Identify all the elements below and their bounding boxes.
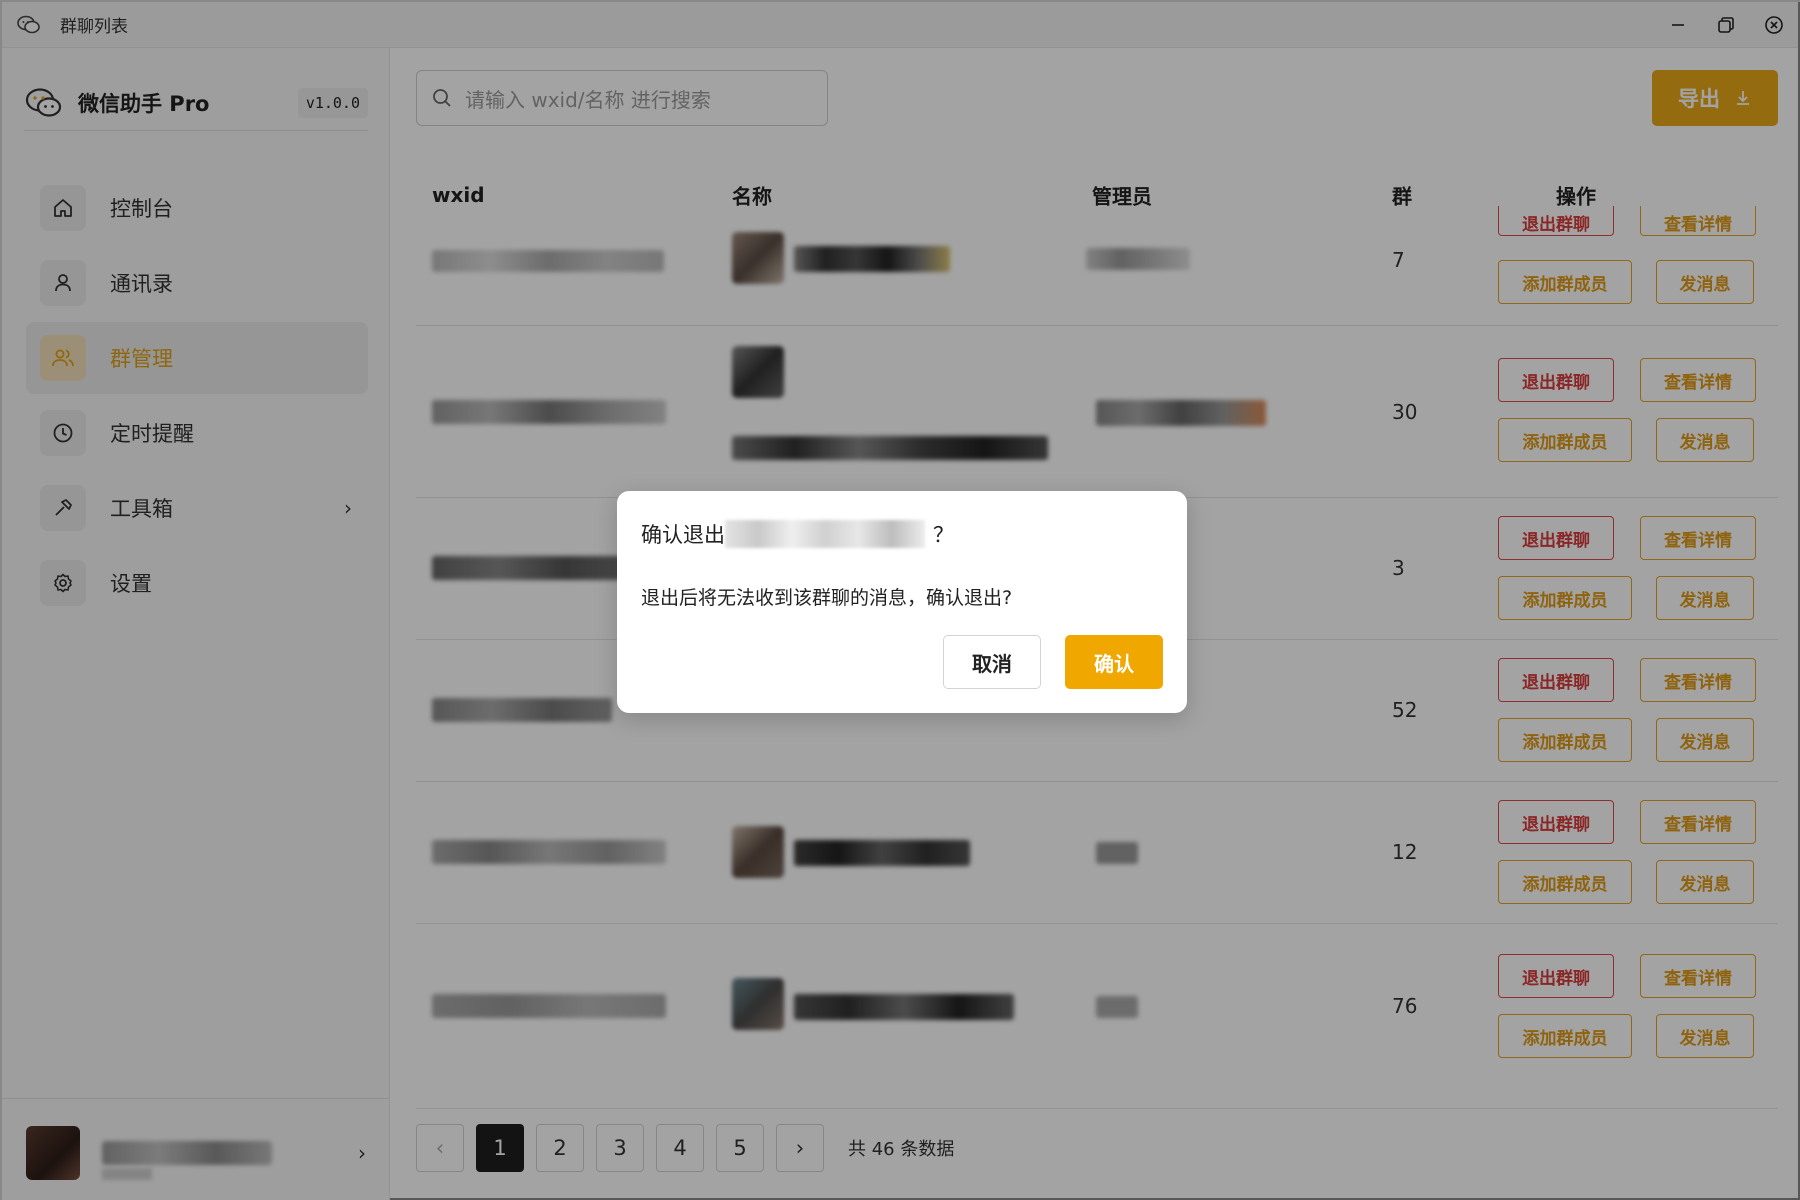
- dialog-title-suffix: ？: [933, 523, 954, 547]
- confirm-button[interactable]: 确认: [1065, 635, 1163, 689]
- confirm-quit-dialog: 确认退出 ？ 退出后将无法收到该群聊的消息，确认退出? 取消 确认: [617, 491, 1187, 713]
- app-window: 群聊列表 微信助手 Pro v1.0.0 控制台 通讯录 群管理 定时提醒 工具…: [0, 0, 1800, 1200]
- group-name-redacted: [725, 520, 925, 548]
- dialog-message: 退出后将无法收到该群聊的消息，确认退出?: [641, 587, 1013, 609]
- dialog-title-prefix: 确认退出: [641, 523, 725, 547]
- dialog-title: 确认退出 ？: [641, 519, 954, 549]
- cancel-button[interactable]: 取消: [943, 635, 1041, 689]
